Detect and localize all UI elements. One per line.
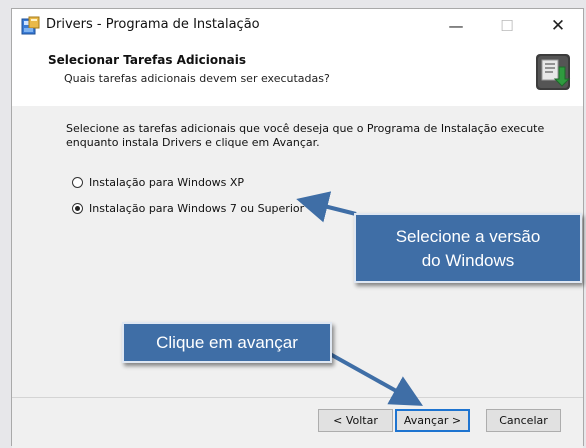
- option-windows-xp[interactable]: Instalação para Windows XP: [72, 173, 244, 191]
- option-label-windows-7[interactable]: Instalação para Windows 7 ou Superior: [89, 202, 304, 215]
- window-title: Drivers - Programa de Instalação: [46, 17, 260, 32]
- wizard-footer: < Voltar Avançar > Cancelar: [12, 397, 583, 448]
- version-callout-line2: do Windows: [421, 251, 515, 270]
- back-button[interactable]: < Voltar: [318, 409, 393, 432]
- option-windows-7[interactable]: Instalação para Windows 7 ou Superior: [72, 199, 304, 217]
- radio-windows-xp[interactable]: [72, 176, 83, 188]
- cancel-button[interactable]: Cancelar: [486, 409, 561, 432]
- page-title: Selecionar Tarefas Adicionais: [48, 53, 247, 67]
- version-callout-line1: Selecione a versão: [395, 227, 541, 246]
- page-subtitle: Quais tarefas adicionais devem ser execu…: [64, 72, 330, 85]
- installer-app-icon: [21, 16, 40, 35]
- version-callout: Selecione a versão do Windows: [354, 213, 582, 283]
- close-button[interactable]: ✕: [539, 12, 577, 40]
- maximize-button[interactable]: ☐: [488, 12, 526, 40]
- task-description: Selecione as tarefas adicionais que você…: [66, 122, 545, 149]
- minimize-button[interactable]: —: [437, 12, 475, 40]
- radio-windows-7[interactable]: [72, 202, 83, 214]
- option-label-windows-xp[interactable]: Instalação para Windows XP: [89, 176, 244, 189]
- wizard-header: Selecionar Tarefas Adicionais Quais tare…: [12, 42, 583, 107]
- install-wizard-icon: [536, 54, 571, 90]
- title-bar[interactable]: Drivers - Programa de Instalação — ☐ ✕: [12, 9, 583, 42]
- next-button[interactable]: Avançar >: [395, 409, 470, 432]
- next-callout: Clique em avançar: [122, 322, 332, 363]
